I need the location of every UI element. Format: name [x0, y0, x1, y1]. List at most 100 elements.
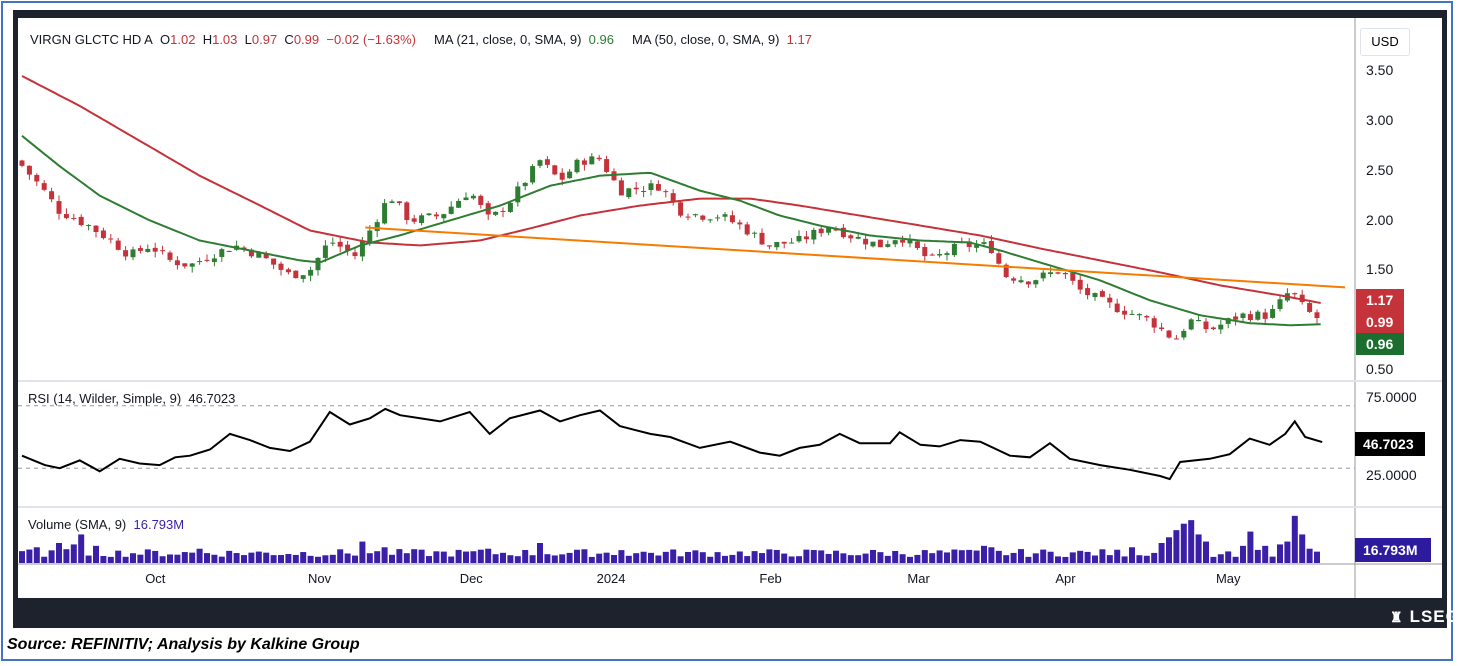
candle-body [766, 245, 772, 247]
candle-body [1055, 272, 1061, 274]
volume-bar [914, 554, 921, 563]
price-tick-label: 0.50 [1366, 361, 1394, 378]
candle-body [174, 260, 180, 266]
volume-bar [907, 556, 913, 563]
volume-bar [270, 555, 277, 563]
volume-bar [241, 555, 247, 563]
volume-bar [722, 555, 728, 563]
volume-bar [233, 553, 240, 563]
change-value: −0.02 (−1.63%) [326, 32, 416, 47]
volume-bar [655, 555, 662, 563]
candle [678, 201, 684, 218]
candle-body [737, 222, 743, 225]
volume-bar [107, 556, 114, 563]
high-value: 1.03 [212, 32, 238, 47]
currency-button[interactable]: USD [1360, 28, 1410, 56]
candle-body [1033, 280, 1039, 285]
volume-bar [840, 553, 847, 563]
volume-bar [1129, 547, 1135, 563]
time-tick-label: May [1215, 571, 1241, 586]
volume-bar [559, 554, 566, 563]
volume-bar [625, 555, 632, 563]
time-tick-label: 2024 [596, 571, 626, 586]
volume-bar [670, 549, 677, 563]
volume-bar [1136, 555, 1143, 563]
volume-bar [226, 550, 233, 563]
volume-bar [255, 551, 262, 563]
volume-bar [796, 556, 802, 563]
volume-bar [640, 551, 647, 563]
volume-bar [951, 549, 958, 563]
volume-bar [1143, 555, 1150, 563]
candle-body [870, 241, 876, 247]
candle-body [670, 193, 676, 202]
candle-body [182, 263, 188, 267]
candle-body [1188, 319, 1194, 330]
volume-bar [1069, 552, 1076, 563]
candle-body [1173, 338, 1179, 340]
candle-body [1048, 272, 1054, 275]
volume-bar [1032, 553, 1039, 563]
candle-body [544, 159, 550, 165]
candle-body [981, 242, 987, 244]
rsi-legend: RSI (14, Wilder, Simple, 9) 46.7023 [28, 391, 235, 406]
candle-body [922, 247, 928, 257]
candle-body [285, 269, 291, 273]
candle-body [574, 159, 580, 173]
volume-bar [1240, 545, 1246, 563]
candle-body [944, 253, 950, 255]
candle-body [655, 184, 661, 191]
candle-body [448, 206, 454, 214]
candle-body [93, 225, 99, 232]
volume-bar [396, 549, 403, 563]
candle-body [537, 160, 543, 166]
volume-bar [48, 550, 55, 563]
candle [530, 164, 536, 185]
volume-bar [300, 552, 307, 563]
volume-bar [403, 553, 410, 563]
price-tick-label: 3.50 [1366, 62, 1394, 78]
volume-bar [759, 553, 765, 563]
volume-bar [1010, 552, 1017, 563]
volume-bar [181, 552, 188, 563]
volume-bar [1262, 545, 1269, 563]
volume-bar [1025, 556, 1032, 563]
candle-body [1025, 281, 1031, 285]
candle-body [818, 228, 824, 234]
candle-body [1203, 321, 1209, 330]
volume-bar [736, 551, 743, 563]
volume-bar [1232, 556, 1239, 563]
chart-canvas[interactable] [0, 0, 1458, 666]
source-caption: Source: REFINITIV; Analysis by Kalkine G… [7, 636, 360, 653]
volume-bar [344, 553, 351, 563]
volume-bar [692, 550, 699, 563]
candle-body [26, 165, 32, 175]
candle [552, 164, 558, 176]
volume-bar [63, 549, 70, 563]
candle-body [226, 250, 232, 252]
candle-body [678, 202, 684, 216]
volume-bar [440, 551, 447, 563]
candle-body [1092, 293, 1098, 298]
time-tick-label: Mar [907, 571, 930, 586]
candle-body [160, 250, 166, 252]
price-tick-label: 2.00 [1366, 211, 1394, 228]
volume-bar [699, 552, 706, 563]
candle-body [700, 215, 706, 220]
volume-bar [1092, 555, 1098, 563]
volume-bar [337, 549, 344, 563]
candle-body [456, 200, 462, 208]
candle-body [1077, 279, 1083, 290]
volume-bar [1203, 541, 1209, 563]
volume-bar [366, 553, 373, 563]
volume-bar [1084, 551, 1091, 563]
volume-bar [426, 556, 432, 563]
volume-bar [1158, 543, 1165, 563]
volume-bar [26, 549, 33, 563]
volume-bar [115, 550, 122, 563]
candle-body [552, 165, 558, 175]
volume-bar [307, 555, 314, 563]
candle-body [382, 203, 388, 224]
time-tick-label: Oct [145, 571, 166, 586]
candle-body [352, 252, 358, 257]
